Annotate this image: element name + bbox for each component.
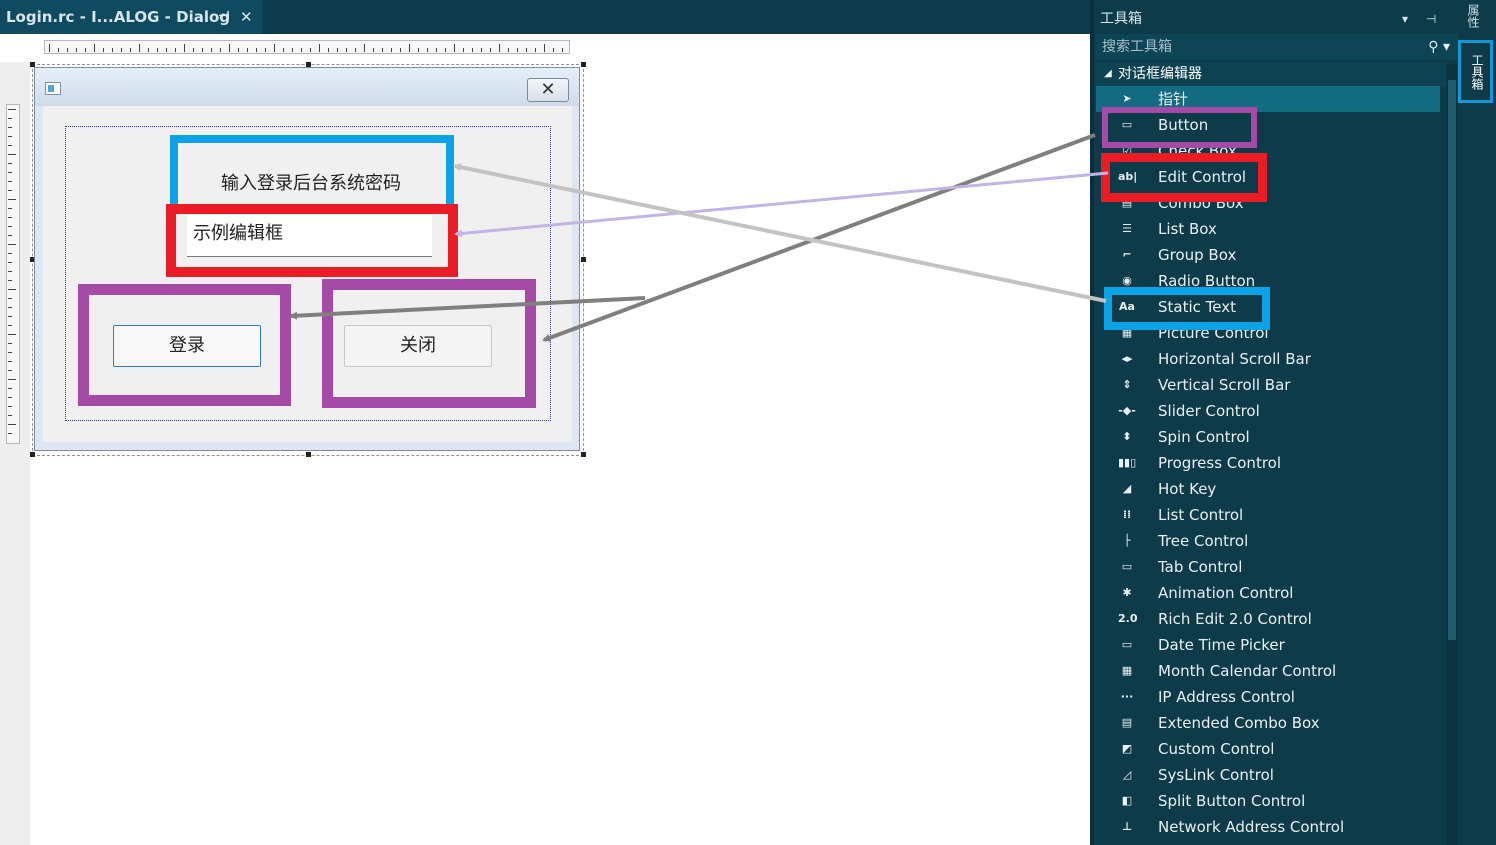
arrow-to-static-text <box>453 163 1107 303</box>
arrow-to-login-button <box>289 296 646 320</box>
annotation-arrows <box>289 133 1109 342</box>
arrow-to-close-button <box>542 133 1096 342</box>
arrow-to-edit-control <box>454 171 1109 238</box>
